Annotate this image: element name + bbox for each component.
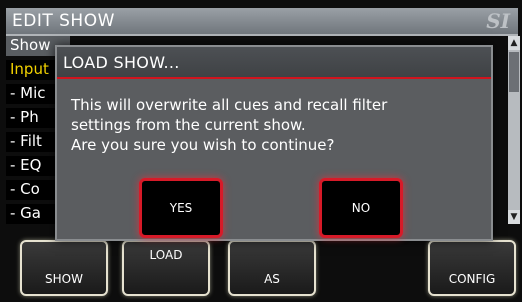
softkey-show[interactable]: SHOW [20, 240, 108, 296]
list-item-label: Input [10, 60, 49, 78]
list-item-label: - Co [10, 180, 40, 198]
list-item-label: - Mic [10, 84, 46, 102]
list-item-label: - Ga [10, 204, 41, 222]
softkey-load[interactable]: LOAD [122, 240, 210, 296]
dialog-message-line: This will overwrite all cues and recall … [71, 96, 388, 114]
brand-logo: SI [486, 9, 510, 33]
list-item-label: - Ph [10, 108, 39, 126]
softkey-label: SHOW [45, 272, 83, 286]
list-item-label: - EQ [10, 156, 42, 174]
screen: EDIT SHOW SI Show Input - Mic - Ph - Fil… [0, 0, 522, 302]
no-button[interactable]: NO [319, 178, 403, 238]
title-bar: EDIT SHOW SI [6, 8, 518, 36]
dialog-message-line: settings from the current show. [71, 116, 306, 134]
dialog-message-line: Are you sure you wish to continue? [71, 136, 335, 154]
softkey-label: CONFIG [448, 272, 496, 286]
list-item-label: Show [10, 36, 51, 54]
window-title: EDIT SHOW [12, 11, 115, 31]
softkey-save-as[interactable]: AS [228, 240, 316, 296]
scroll-thumb[interactable] [509, 52, 519, 92]
softkey-label: AS [264, 272, 280, 286]
softkey-label: LOAD [149, 248, 183, 262]
scroll-up-icon[interactable]: ▲ [508, 36, 520, 50]
softkey-config[interactable]: CONFIG [428, 240, 516, 296]
list-item-label: - Filt [10, 132, 42, 150]
dialog-message: This will overwrite all cues and recall … [71, 95, 481, 155]
dialog-title-bar: LOAD SHOW... [57, 47, 491, 79]
dialog-title: LOAD SHOW... [63, 53, 180, 72]
list-scrollbar[interactable]: ▲ ▼ [508, 36, 520, 224]
load-show-dialog: LOAD SHOW... This will overwrite all cue… [55, 45, 493, 241]
scroll-down-icon[interactable]: ▼ [508, 210, 520, 224]
yes-button[interactable]: YES [139, 178, 223, 238]
